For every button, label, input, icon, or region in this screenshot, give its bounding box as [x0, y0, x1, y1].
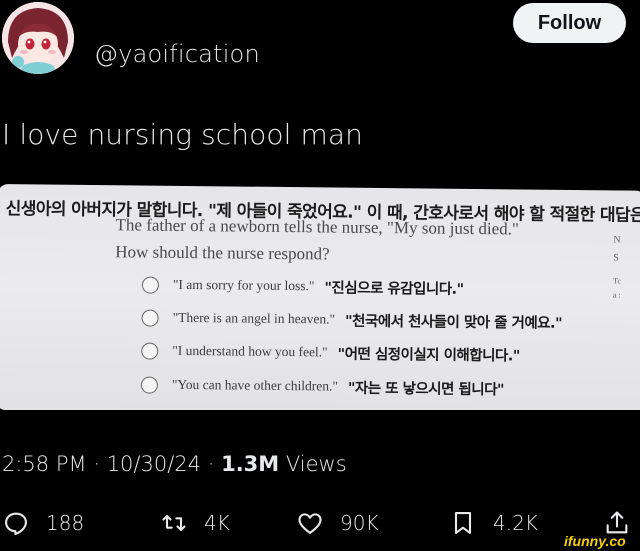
edge-text-fragment: a :	[612, 290, 621, 300]
answer-option-4: "You can have other children." "자는 또 낳으시…	[140, 373, 505, 401]
answer-option-3: "I understand how you feel." "어떤 심정이실지 이…	[141, 339, 520, 367]
retweet-button[interactable]: 4K	[160, 503, 230, 543]
radio-circle-icon	[141, 276, 160, 294]
option-korean: "진심으로 유감입니다."	[324, 279, 464, 298]
meta-separator: ·	[207, 452, 215, 476]
tweet-text: I love nursing school man	[2, 118, 363, 151]
edge-text-fragment: N	[613, 234, 621, 246]
retweet-count: 4K	[204, 511, 230, 535]
radio-circle-icon	[141, 342, 159, 360]
reply-count: 188	[46, 511, 85, 535]
option-english: "There is an angel in heaven."	[172, 309, 336, 327]
avatar[interactable]	[2, 2, 74, 74]
bookmark-count: 4.2K	[493, 511, 538, 535]
option-korean: "자는 또 낳으시면 됩니다"	[347, 380, 505, 398]
answer-option-1: "I am sorry for your loss." "진심으로 유감입니다.…	[141, 273, 464, 300]
tweet-media-image[interactable]: 신생아의 아버지가 말합니다. "제 아들이 죽었어요." 이 때, 간호사로서…	[0, 184, 640, 410]
question-line-1: The father of a newborn tells the nurse,…	[115, 215, 520, 239]
radio-circle-icon	[140, 376, 158, 394]
meta-separator: ·	[93, 452, 100, 476]
bookmark-button[interactable]: 4.2K	[449, 503, 538, 543]
heart-icon	[298, 513, 322, 534]
views-count: 1.3M	[221, 452, 280, 476]
answer-option-2: "There is an angel in heaven." "천국에서 천사들…	[141, 306, 562, 334]
author-handle[interactable]: @yaoification	[94, 40, 260, 68]
option-korean: "천국에서 천사들이 맞아 줄 거예요."	[344, 313, 563, 332]
exam-question-photo: 신생아의 아버지가 말합니다. "제 아들이 죽었어요." 이 때, 간호사로서…	[0, 184, 640, 410]
edge-text-fragment: Tc	[612, 276, 621, 286]
radio-circle-icon	[141, 309, 159, 327]
question-line-2: How should the nurse respond?	[115, 242, 330, 264]
reply-icon	[5, 512, 27, 536]
option-english: "I understand how you feel."	[172, 342, 328, 360]
anime-avatar-icon	[2, 2, 74, 74]
views-label: Views	[285, 452, 347, 476]
like-count: 90K	[340, 511, 379, 535]
edge-text-fragment: S	[613, 252, 619, 264]
option-korean: "어떤 심정이실지 이해합니다."	[337, 346, 520, 364]
reply-button[interactable]: 188	[2, 503, 84, 543]
ifunny-watermark: ifunny.co	[564, 533, 626, 549]
like-button[interactable]: 90K	[296, 503, 379, 543]
option-english: "I am sorry for your loss."	[172, 276, 315, 294]
option-english: "You can have other children."	[171, 376, 338, 394]
follow-button[interactable]: Follow	[513, 3, 626, 43]
retweet-icon	[162, 514, 186, 532]
bookmark-icon	[454, 512, 472, 534]
tweet-metadata: 2:58 PM · 10/30/24 · 1.3M Views	[2, 452, 347, 476]
tweet-time: 2:58 PM	[2, 452, 87, 476]
tweet-date: 10/30/24	[106, 452, 202, 476]
action-bar: 188 4K 90K 4.2K	[0, 503, 640, 547]
